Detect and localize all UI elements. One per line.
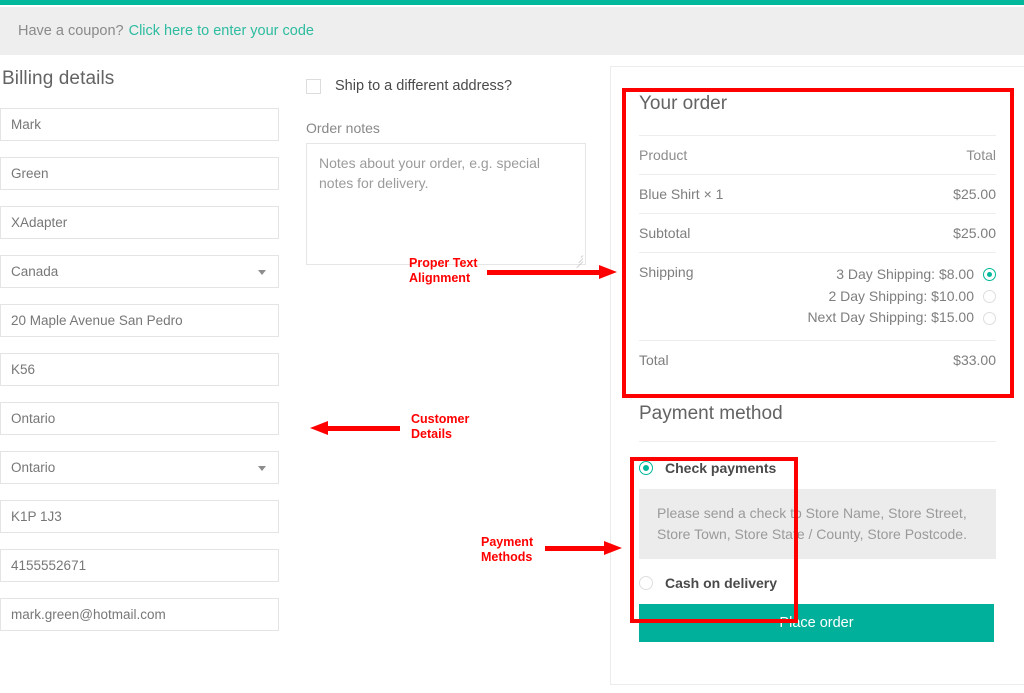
order-summary-table: Product Total Blue Shirt × 1 $25.00 Subtot… <box>639 135 996 380</box>
payment-method-check-payments[interactable]: Check payments <box>639 460 996 476</box>
column-header-product: Product <box>639 135 750 175</box>
annotation-arrow-proper-text-alignment <box>487 265 617 279</box>
company-value: XAdapter <box>11 215 68 230</box>
radio-cash-on-delivery[interactable] <box>639 576 653 591</box>
place-order-button[interactable]: Place order <box>639 604 994 643</box>
city-field[interactable]: Ontario <box>0 402 279 435</box>
annotation-arrow-payment-methods <box>545 541 622 555</box>
last-name-value: Green <box>11 166 49 181</box>
total-label: Total <box>639 340 750 380</box>
email-field[interactable]: mark.green@hotmail.com <box>0 598 279 631</box>
order-notes-placeholder: Notes about your order, e.g. special not… <box>319 155 541 191</box>
billing-details-title: Billing details <box>2 68 115 89</box>
order-total-row: Total $33.00 <box>639 340 996 380</box>
ship-to-different-address-checkbox[interactable] <box>306 78 321 94</box>
payment-method-list: Check payments Please send a check to St… <box>639 441 996 643</box>
shipping-option[interactable]: 3 Day Shipping: $8.00 <box>749 264 996 286</box>
order-table-body: Blue Shirt × 1 $25.00 Subtotal $25.00 Shippi… <box>639 174 996 380</box>
address-2-value: K56 <box>11 362 36 377</box>
annotation-arrow-customer-details <box>310 421 400 435</box>
shipping-label: Shipping <box>639 251 750 341</box>
annotation-label-customer-details: Customer Details <box>411 412 470 441</box>
resize-grip-icon[interactable] <box>574 253 584 269</box>
shipping-option-label: 3 Day Shipping: $8.00 <box>836 266 974 282</box>
shipping-option-label: Next Day Shipping: $15.00 <box>807 309 974 326</box>
address-2-field[interactable]: K56 <box>0 353 279 386</box>
ship-to-different-address-label: Ship to a different address? <box>335 78 513 94</box>
email-value: mark.green@hotmail.com <box>11 607 166 622</box>
order-review-panel: Your order Product Total Blue Shirt × 1 $… <box>610 66 1024 685</box>
coupon-text: Have a coupon? <box>18 23 124 39</box>
first-name-value: Mark <box>11 117 41 132</box>
phone-value: 4155552671 <box>11 558 87 573</box>
subtotal-value: $25.00 <box>749 213 996 253</box>
billing-fields: Mark Green XAdapter Canada 20 Maple Avenue S… <box>0 108 290 631</box>
coupon-notice: Have a coupon? Click here to enter your … <box>0 7 1024 55</box>
your-order-title: Your order <box>639 93 728 114</box>
shipping-option[interactable]: 2 Day Shipping: $10.00 <box>749 286 996 308</box>
order-subtotal-row: Subtotal $25.00 <box>639 213 996 253</box>
order-line-item-total: $25.00 <box>749 174 996 214</box>
payment-method-title: Payment method <box>639 403 783 425</box>
city-value: Ontario <box>11 411 56 426</box>
state-value: Ontario <box>11 460 56 475</box>
postcode-field[interactable]: K1P 1J3 <box>0 500 279 533</box>
billing-details-section: Billing details Mark Green XAdapter Canada 2… <box>0 68 290 647</box>
address-1-value: 20 Maple Avenue San Pedro <box>11 313 183 328</box>
radio-shipping-option[interactable] <box>983 268 996 282</box>
radio-check-payments[interactable] <box>639 461 653 476</box>
order-notes-input[interactable]: Notes about your order, e.g. special not… <box>306 143 586 269</box>
first-name-field[interactable]: Mark <box>0 108 279 141</box>
payment-method-cash-on-delivery[interactable]: Cash on delivery <box>639 575 996 591</box>
annotation-label-proper-text-alignment: Proper Text Alignment <box>409 256 478 285</box>
payment-method-cash-on-delivery-label: Cash on delivery <box>665 575 778 592</box>
check-payments-description: Please send a check to Store Name, Store… <box>639 489 996 560</box>
ship-to-different-address-row[interactable]: Ship to a different address? <box>306 78 596 94</box>
postcode-value: K1P 1J3 <box>11 509 62 524</box>
total-value: $33.00 <box>749 340 996 380</box>
shipping-option[interactable]: Next Day Shipping: $15.00 <box>749 307 996 329</box>
address-1-field[interactable]: 20 Maple Avenue San Pedro <box>0 304 279 337</box>
radio-shipping-option[interactable] <box>983 311 996 325</box>
order-line-item-name: Blue Shirt × 1 <box>639 174 750 214</box>
country-value: Canada <box>11 264 59 279</box>
order-table-header-row: Product Total <box>639 135 996 175</box>
company-field[interactable]: XAdapter <box>0 206 279 239</box>
shipping-option-label: 2 Day Shipping: $10.00 <box>828 287 974 304</box>
subtotal-label: Subtotal <box>639 213 750 253</box>
shipping-and-notes-section: Ship to a different address? Order notes… <box>306 78 596 269</box>
payment-method-check-payments-label: Check payments <box>665 460 777 477</box>
column-header-total: Total <box>749 135 996 175</box>
annotation-label-payment-methods: Payment Methods <box>481 535 534 564</box>
coupon-link[interactable]: Click here to enter your code <box>129 23 314 39</box>
checkout-page: Have a coupon? Click here to enter your … <box>0 0 1024 693</box>
order-line-item-row: Blue Shirt × 1 $25.00 <box>639 174 996 214</box>
country-field[interactable]: Canada <box>0 255 279 288</box>
state-field[interactable]: Ontario <box>0 451 279 484</box>
phone-field[interactable]: 4155552671 <box>0 549 279 582</box>
shipping-options: 3 Day Shipping: $8.00 2 Day Shipping: $10… <box>749 251 996 341</box>
order-shipping-row: Shipping 3 Day Shipping: $8.00 2 Day Shipp… <box>639 251 996 341</box>
last-name-field[interactable]: Green <box>0 157 279 190</box>
order-notes-label: Order notes <box>306 120 380 136</box>
radio-shipping-option[interactable] <box>983 290 996 304</box>
top-accent-bar <box>0 0 1024 5</box>
